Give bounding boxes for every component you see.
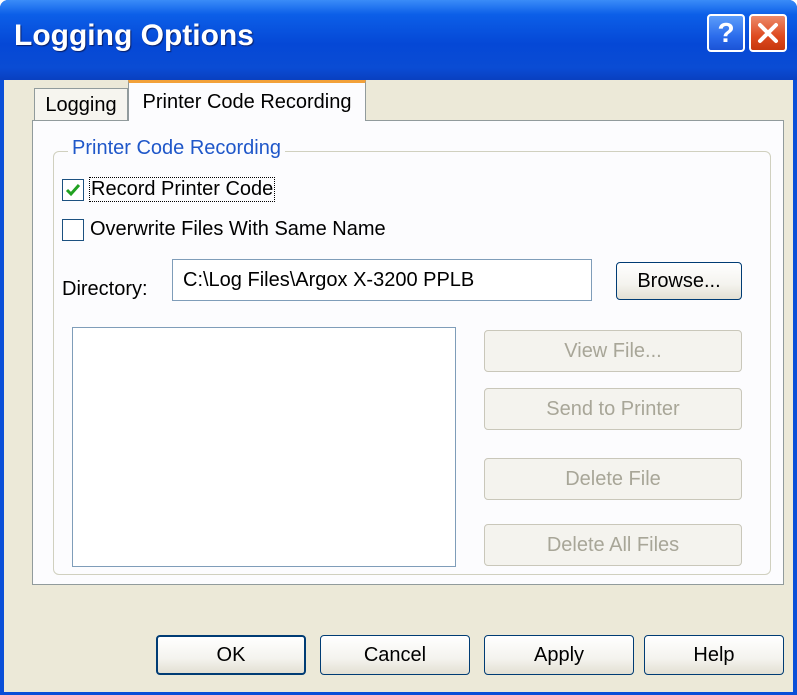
group-title: Printer Code Recording — [68, 137, 285, 160]
help-button[interactable]: Help — [644, 635, 784, 675]
delete-all-files-button[interactable]: Delete All Files — [484, 524, 742, 566]
view-file-button[interactable]: View File... — [484, 330, 742, 372]
window-title: Logging Options — [14, 19, 254, 52]
overwrite-files-checkbox[interactable] — [62, 218, 84, 241]
overwrite-files-label: Overwrite Files With Same Name — [90, 218, 386, 240]
record-printer-code-row[interactable]: Record Printer Code — [62, 177, 276, 202]
ok-button[interactable]: OK — [156, 635, 306, 675]
overwrite-files-row[interactable]: Overwrite Files With Same Name — [62, 218, 386, 241]
close-button[interactable] — [749, 14, 787, 52]
browse-button[interactable]: Browse... — [616, 262, 742, 300]
cancel-button[interactable]: Cancel — [320, 635, 470, 675]
record-printer-code-label: Record Printer Code — [88, 177, 276, 202]
logging-options-window: Logging Options ? Logging Printer Code R… — [0, 0, 797, 695]
record-printer-code-checkbox[interactable] — [62, 178, 84, 201]
question-mark-icon: ? — [717, 17, 735, 48]
close-icon — [758, 23, 778, 43]
checkmark-icon — [65, 183, 81, 196]
send-to-printer-button[interactable]: Send to Printer — [484, 388, 742, 430]
apply-button[interactable]: Apply — [484, 635, 634, 675]
title-bar[interactable]: Logging Options ? — [0, 0, 797, 80]
dialog-client-area: Logging Printer Code Recording Printer C… — [4, 80, 793, 692]
tab-printer-code-recording[interactable]: Printer Code Recording — [128, 80, 366, 121]
directory-label: Directory: — [62, 278, 148, 300]
tab-logging-label: Logging — [45, 94, 117, 116]
file-list[interactable] — [72, 327, 456, 567]
directory-input[interactable] — [172, 259, 592, 301]
tab-panel: Printer Code Recording Record Printer Co… — [32, 120, 784, 585]
tab-logging[interactable]: Logging — [34, 88, 128, 122]
printer-code-recording-group: Printer Code Recording Record Printer Co… — [53, 137, 771, 575]
tab-printer-code-recording-label: Printer Code Recording — [142, 90, 352, 113]
delete-file-button[interactable]: Delete File — [484, 458, 742, 500]
help-title-button[interactable]: ? — [707, 14, 745, 52]
